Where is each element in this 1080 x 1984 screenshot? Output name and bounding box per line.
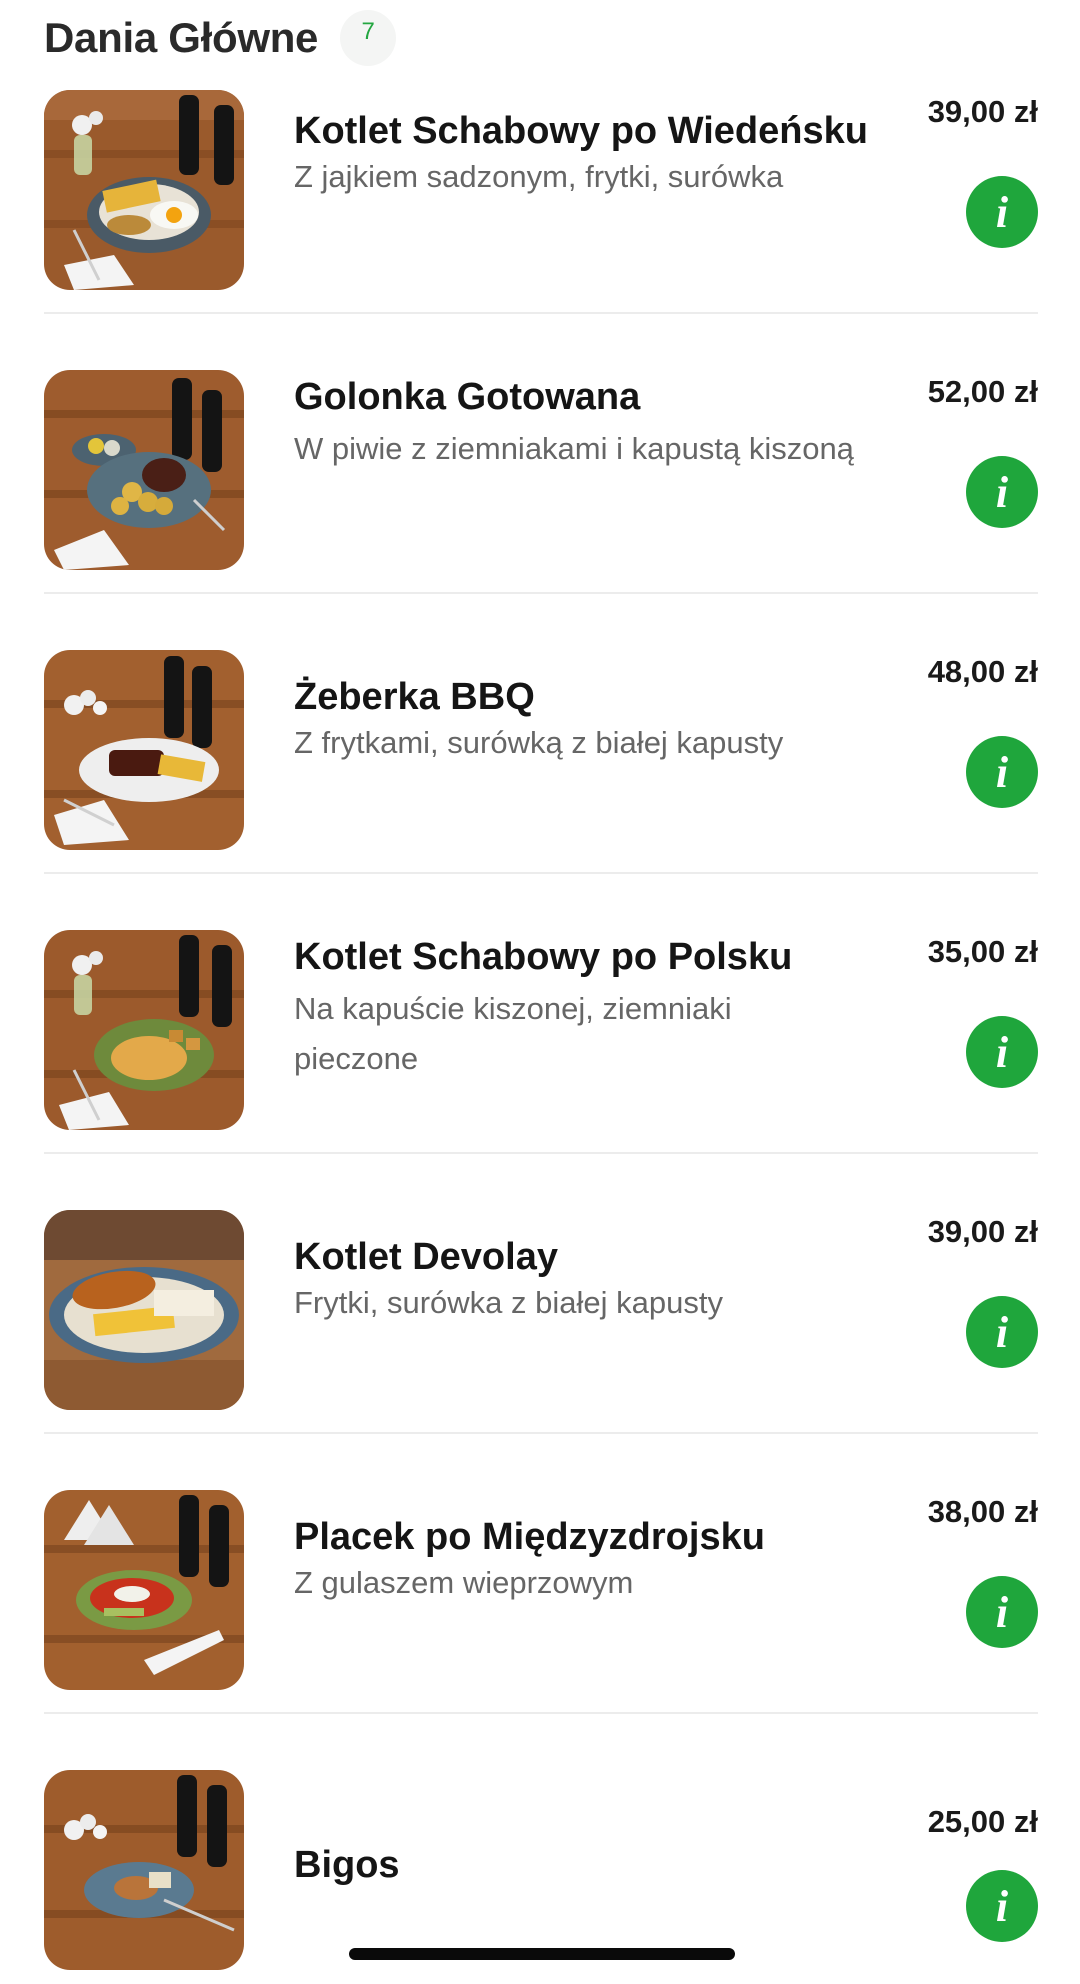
- info-button[interactable]: i: [966, 1296, 1038, 1368]
- dish-price: 39,00 zł: [927, 94, 1038, 129]
- item-count-badge: 7: [340, 10, 397, 66]
- info-icon: i: [995, 1308, 1009, 1357]
- info-icon: i: [995, 748, 1009, 797]
- dish-description: Na kapuście kiszonej, ziemniaki pieczone: [294, 991, 732, 1076]
- info-button[interactable]: i: [966, 1576, 1038, 1648]
- section-header: Dania Główne 7: [44, 6, 397, 70]
- menu-item[interactable]: Żeberka BBQ Z frytkami, surówką z białej…: [44, 650, 1038, 930]
- dish-price: 52,00 zł: [927, 374, 1038, 409]
- dish-price: 39,00 zł: [927, 1214, 1038, 1249]
- info-icon: i: [995, 188, 1009, 237]
- dish-price: 38,00 zł: [927, 1494, 1038, 1529]
- dish-name: Żeberka BBQ: [294, 676, 535, 718]
- dish-name: Kotlet Devolay: [294, 1236, 558, 1278]
- info-icon: i: [995, 468, 1009, 517]
- menu-page: Dania Główne 7 Kotlet Schabowy po Wiedeń…: [0, 0, 1080, 1984]
- dish-description: Z jajkiem sadzonym, frytki, surówka: [294, 159, 784, 194]
- dish-description: Frytki, surówka z białej kapusty: [294, 1285, 723, 1320]
- dish-description: Z gulaszem wieprzowym: [294, 1565, 634, 1600]
- divider: [44, 1152, 1038, 1154]
- dish-name: Golonka Gotowana: [294, 376, 641, 418]
- info-icon: i: [995, 1588, 1009, 1637]
- home-indicator[interactable]: [349, 1948, 735, 1960]
- dish-price: 48,00 zł: [927, 654, 1038, 689]
- info-button[interactable]: i: [966, 1016, 1038, 1088]
- divider: [44, 1432, 1038, 1434]
- section-title: Dania Główne: [44, 14, 319, 61]
- dish-price: 25,00 zł: [927, 1804, 1038, 1839]
- dish-name: Kotlet Schabowy po Wiedeńsku: [294, 110, 868, 152]
- menu-item[interactable]: Kotlet Schabowy po Polsku Na kapuście ki…: [44, 930, 1038, 1210]
- dish-description: Z frytkami, surówką z białej kapusty: [294, 725, 784, 760]
- dish-photo[interactable]: [44, 370, 244, 570]
- info-button[interactable]: i: [966, 456, 1038, 528]
- dish-photo[interactable]: [44, 930, 244, 1130]
- divider: [44, 312, 1038, 314]
- info-button[interactable]: i: [966, 1870, 1038, 1942]
- dish-photo[interactable]: [44, 1770, 244, 1970]
- dish-name: Placek po Międzyzdrojsku: [294, 1516, 765, 1558]
- dish-photo[interactable]: [44, 650, 244, 850]
- dish-price: 35,00 zł: [927, 934, 1038, 969]
- dish-photo[interactable]: [44, 90, 244, 290]
- dish-photo[interactable]: [44, 1490, 244, 1690]
- menu-item[interactable]: Golonka Gotowana W piwie z ziemniakami i…: [44, 370, 1038, 650]
- divider: [44, 872, 1038, 874]
- dish-name: Bigos: [294, 1844, 400, 1886]
- menu-item[interactable]: Kotlet Devolay Frytki, surówka z białej …: [44, 1210, 1038, 1490]
- info-button[interactable]: i: [966, 736, 1038, 808]
- menu-item[interactable]: Placek po Międzyzdrojsku Z gulaszem wiep…: [44, 1490, 1038, 1770]
- dish-name: Kotlet Schabowy po Polsku: [294, 936, 793, 978]
- info-icon: i: [995, 1028, 1009, 1077]
- dish-description: W piwie z ziemniakami i kapustą kiszoną: [294, 431, 854, 466]
- info-icon: i: [995, 1882, 1009, 1931]
- divider: [44, 1712, 1038, 1714]
- info-button[interactable]: i: [966, 176, 1038, 248]
- dish-photo[interactable]: [44, 1210, 244, 1410]
- menu-item[interactable]: Kotlet Schabowy po Wiedeńsku Z jajkiem s…: [44, 90, 1038, 370]
- divider: [44, 592, 1038, 594]
